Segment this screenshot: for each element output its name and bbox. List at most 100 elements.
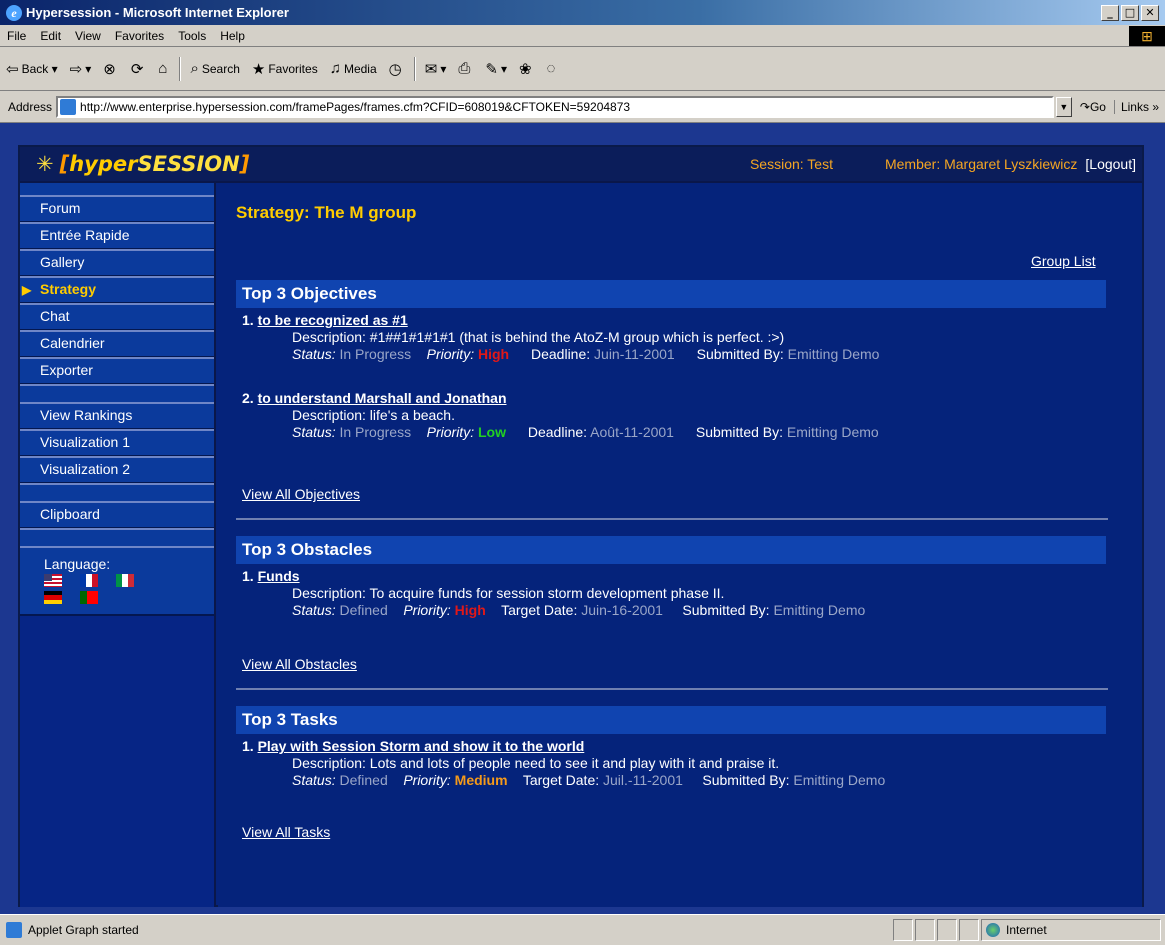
view-all-tasks-link[interactable]: View All Tasks [242,824,330,840]
history-icon: ◷ [388,60,402,78]
sidebar-item-entree-rapide[interactable]: Entrée Rapide [20,222,214,249]
sidebar-item-exporter[interactable]: Exporter [20,357,214,384]
menu-tools[interactable]: Tools [171,29,213,43]
search-button[interactable]: ⌕ Search [184,54,245,84]
menu-file[interactable]: File [0,29,33,43]
page-area: ✳ [hyper SESSION] Session: Test Member: M… [0,123,1165,914]
menu-favorites[interactable]: Favorites [108,29,171,43]
status-bar: Applet Graph started Internet [0,914,1165,945]
home-icon: ⌂ [158,60,168,77]
priority-value: Low [477,424,506,440]
sidebar-spacer [20,528,214,546]
print-button[interactable]: ⎙ [452,54,479,84]
favorites-icon: ★ [251,60,266,78]
address-input[interactable]: http://www.enterprise.hypersession.com/f… [56,95,1054,118]
app-frame: ✳ [hyper SESSION] Session: Test Member: M… [18,145,1144,907]
sidebar-item-calendrier[interactable]: Calendrier [20,330,214,357]
item-meta: Status: In Progress Priority: High Deadl… [292,346,880,362]
sidebar-item-clipboard[interactable]: Clipboard [20,501,214,528]
objective-link[interactable]: to understand Marshall and Jonathan [258,390,507,406]
starburst-icon: ✳ [36,152,54,176]
status-cell [893,919,913,941]
list-item: 1. Funds Description: To acquire funds f… [236,568,1106,618]
close-button[interactable]: ✕ [1141,4,1159,21]
priority-value: High [477,346,510,362]
tasks-section: Top 3 Tasks 1. Play with Session Storm a… [236,706,1106,840]
minimize-button[interactable]: _ [1101,4,1119,21]
section-heading: Top 3 Obstacles [236,536,1106,564]
section-heading: Top 3 Objectives [236,280,1106,308]
media-button[interactable]: ♫ Media [324,54,383,84]
home-button[interactable]: ⌂ [152,54,176,84]
sidebar-item-strategy[interactable]: ▶ Strategy [20,276,214,303]
item-description: Description: #1##1#1#1#1 (that is behind… [292,329,785,345]
sidebar-item-gallery[interactable]: Gallery [20,249,214,276]
submitter-value: Emitting Demo [793,772,886,788]
discuss-icon: ❀ [518,60,532,78]
sidebar-item-chat[interactable]: Chat [20,303,214,330]
view-all-obstacles-link[interactable]: View All Obstacles [242,656,357,672]
objectives-section: Top 3 Objectives 1. to be recognized as … [236,280,1108,520]
us-flag-icon[interactable] [44,574,62,587]
italian-flag-icon[interactable] [116,574,134,587]
section-divider [236,688,1108,690]
status-text: Applet Graph started [28,923,139,937]
status-cell [915,919,935,941]
date-value: Juin-11-2001 [594,346,675,362]
obstacle-link[interactable]: Funds [258,568,300,584]
menu-view[interactable]: View [68,29,108,43]
discuss-button[interactable]: ❀ [513,54,541,84]
sidebar-item-visualization-2[interactable]: Visualization 2 [20,456,214,483]
ie-icon: e [6,4,22,21]
page-icon [6,922,22,938]
window-title: Hypersession - Microsoft Internet Explor… [26,5,289,20]
priority-value: High [454,602,486,618]
sidebar-item-view-rankings[interactable]: View Rankings [20,402,214,429]
app-header: ✳ [hyper SESSION] Session: Test Member: M… [20,147,1142,183]
go-arrow-icon: ↷ [1079,99,1090,114]
submitter-value: Emitting Demo [786,424,879,440]
menu-help[interactable]: Help [213,29,252,43]
status-cell [937,919,957,941]
sidebar-spacer [20,183,214,195]
stop-button[interactable]: ⊗ [97,54,125,84]
section-heading: Top 3 Tasks [236,706,1106,734]
history-button[interactable]: ◷ [383,54,411,84]
address-dropdown[interactable]: ▼ [1055,96,1072,117]
links-button[interactable]: Links » [1113,99,1165,114]
task-link[interactable]: Play with Session Storm and show it to t… [258,738,585,754]
favorites-button[interactable]: ★ Favorites [246,54,324,84]
print-icon: ⎙ [458,60,471,77]
german-flag-icon[interactable] [44,591,62,604]
maximize-button[interactable]: □ [1121,4,1139,21]
hypersession-logo: ✳ [hyper SESSION] [36,152,250,176]
refresh-button[interactable]: ⟳ [125,54,153,84]
refresh-icon: ⟳ [130,60,144,78]
view-all-objectives-link[interactable]: View All Objectives [242,486,360,502]
item-meta: Status: Defined Priority: High Target Da… [292,602,866,618]
objective-link[interactable]: to be recognized as #1 [258,312,408,328]
french-flag-icon[interactable] [80,574,98,587]
menu-edit[interactable]: Edit [33,29,68,43]
list-item: 2. to understand Marshall and Jonathan D… [236,390,1106,440]
back-arrow-icon: ⇦ [6,60,19,78]
sidebar-item-visualization-1[interactable]: Visualization 1 [20,429,214,456]
menu-bar: File Edit View Favorites Tools Help ⊞ [0,25,1165,47]
stop-icon: ⊗ [103,60,116,78]
go-button[interactable]: ↷Go [1072,100,1114,114]
search-icon: ⌕ [190,60,199,77]
logout-link[interactable]: [Logout] [1085,156,1136,172]
back-button[interactable]: ⇦ Back ▾ [0,54,64,84]
sidebar-item-forum[interactable]: Forum [20,195,214,222]
item-description: Description: life's a beach. [292,407,455,423]
address-label: Address [8,99,53,114]
portuguese-flag-icon[interactable] [80,591,98,604]
main-content: Strategy: The M group Group List Top 3 O… [218,183,1142,907]
language-label: Language: [44,556,111,572]
edit-button[interactable]: ✎ ▾ [479,54,513,84]
group-list-link[interactable]: Group List [1031,253,1096,269]
mail-button[interactable]: ✉ ▾ [419,54,453,84]
messenger-button[interactable]: ◌ [541,54,565,84]
sidebar-spacer [20,483,214,501]
forward-button[interactable]: ⇨ ▾ [64,54,98,84]
